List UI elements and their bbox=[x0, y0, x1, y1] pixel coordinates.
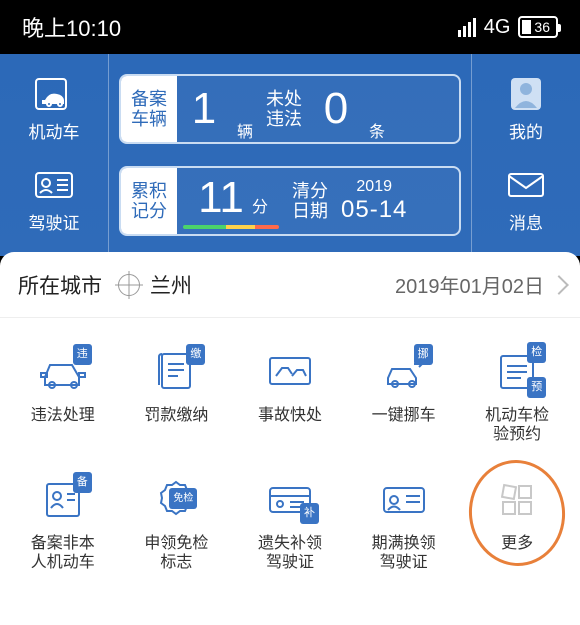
svc-accident-quick[interactable]: 事故快处 bbox=[233, 346, 347, 444]
unhandled-violation-label: 未处 违法 bbox=[259, 76, 309, 142]
service-grid: 违 违法处理 缴 罚款缴纳 事故快处 bbox=[0, 318, 580, 572]
points-stats-card[interactable]: 累积 记分 11 分 清分 日期 2019 05-14 bbox=[119, 166, 461, 236]
svc-renew-license[interactable]: 期满换领 驾驶证 bbox=[347, 474, 461, 572]
status-right: 4G 36 bbox=[458, 16, 558, 39]
accumulated-points-value: 11 bbox=[194, 173, 248, 223]
envelope-icon bbox=[505, 167, 547, 203]
city-row[interactable]: 所在城市 兰州 2019年01月02日 bbox=[0, 252, 580, 318]
vehicle-doc-icon bbox=[33, 76, 75, 112]
city-row-label: 所在城市 bbox=[18, 270, 102, 300]
svc-register-other-vehicle[interactable]: 备 备案非本 人机动车 bbox=[6, 474, 120, 572]
svc-label: 申领免检 标志 bbox=[144, 534, 208, 572]
license-card-icon bbox=[33, 167, 75, 203]
svc-exempt-inspection[interactable]: 免检 申领免检 标志 bbox=[120, 474, 234, 572]
status-bar: 晚上10:10 4G 36 bbox=[0, 0, 580, 54]
chevron-right-icon bbox=[549, 275, 569, 295]
signal-icon bbox=[458, 18, 476, 37]
current-city: 兰州 bbox=[150, 270, 192, 300]
badge: 补 bbox=[300, 503, 319, 524]
messages-label: 消息 bbox=[509, 209, 543, 234]
svc-label: 更多 bbox=[501, 534, 533, 553]
svc-label: 机动车检 验预约 bbox=[485, 406, 549, 444]
user-icon bbox=[505, 76, 547, 112]
badge2: 预 bbox=[527, 377, 546, 398]
points-unit: 分 bbox=[248, 193, 268, 223]
accident-photo-icon bbox=[264, 348, 316, 394]
mine-button[interactable]: 我的 bbox=[505, 76, 547, 143]
messages-button[interactable]: 消息 bbox=[505, 167, 547, 234]
registered-vehicle-count: 1 bbox=[177, 76, 231, 142]
vehicle-stats-card[interactable]: 备案 车辆 1 辆 未处 违法 0 条 bbox=[119, 74, 461, 144]
svc-lost-license[interactable]: 补 遗失补领 驾驶证 bbox=[233, 474, 347, 572]
svc-label: 违法处理 bbox=[31, 406, 95, 425]
badge: 免检 bbox=[169, 488, 197, 509]
svc-label: 罚款缴纳 bbox=[144, 406, 208, 425]
content-area: 所在城市 兰州 2019年01月02日 违 违法处理 bbox=[0, 252, 580, 625]
clear-date-year: 2019 bbox=[356, 178, 392, 196]
header-left-col: 机动车 驾驶证 bbox=[0, 54, 108, 256]
registered-vehicle-label: 备案 车辆 bbox=[121, 76, 177, 142]
svc-more[interactable]: 更多 bbox=[460, 474, 574, 572]
status-time: 晚上10:10 bbox=[22, 11, 121, 43]
accumulated-points-label: 累积 记分 bbox=[121, 168, 177, 234]
more-grid-icon bbox=[491, 476, 543, 522]
clear-date-monthday: 05-14 bbox=[341, 196, 407, 224]
badge: 缴 bbox=[186, 344, 205, 365]
svc-label: 期满换领 驾驶证 bbox=[372, 534, 436, 572]
violation-unit: 条 bbox=[363, 118, 391, 142]
badge: 备 bbox=[73, 472, 92, 493]
license-button[interactable]: 驾驶证 bbox=[29, 167, 80, 234]
mine-label: 我的 bbox=[509, 118, 543, 143]
svc-violation-handle[interactable]: 违 违法处理 bbox=[6, 346, 120, 444]
location-icon bbox=[118, 274, 140, 296]
vehicle-button[interactable]: 机动车 bbox=[29, 76, 80, 143]
header-right-col: 我的 消息 bbox=[472, 54, 580, 256]
badge: 违 bbox=[73, 344, 92, 365]
svc-label: 遗失补领 驾驶证 bbox=[258, 534, 322, 572]
badge: 检 bbox=[527, 342, 546, 363]
app-header: 机动车 驾驶证 备案 车辆 1 辆 未处 违法 0 条 累积 记分 11 分 bbox=[0, 54, 580, 256]
unhandled-violation-count: 0 bbox=[309, 76, 363, 142]
vehicle-label: 机动车 bbox=[29, 118, 80, 143]
badge: 挪 bbox=[414, 344, 433, 365]
svc-label: 备案非本 人机动车 bbox=[31, 534, 95, 572]
svc-label: 一键挪车 bbox=[372, 406, 436, 425]
network-label: 4G bbox=[484, 16, 511, 39]
current-date: 2019年01月02日 bbox=[395, 270, 544, 299]
svc-inspection-reserve[interactable]: 检 预 机动车检 验预约 bbox=[460, 346, 574, 444]
id-card-icon bbox=[378, 476, 430, 522]
svc-move-car[interactable]: 挪 一键挪车 bbox=[347, 346, 461, 444]
license-label: 驾驶证 bbox=[29, 209, 80, 234]
vehicle-unit: 辆 bbox=[231, 118, 259, 142]
points-meter bbox=[183, 225, 279, 229]
svc-label: 事故快处 bbox=[258, 406, 322, 425]
clear-date-label: 清分 日期 bbox=[285, 168, 335, 234]
svc-fine-pay[interactable]: 缴 罚款缴纳 bbox=[120, 346, 234, 444]
header-mid-col: 备案 车辆 1 辆 未处 违法 0 条 累积 记分 11 分 清分 日期 201… bbox=[108, 54, 472, 256]
battery-icon: 36 bbox=[518, 16, 558, 38]
